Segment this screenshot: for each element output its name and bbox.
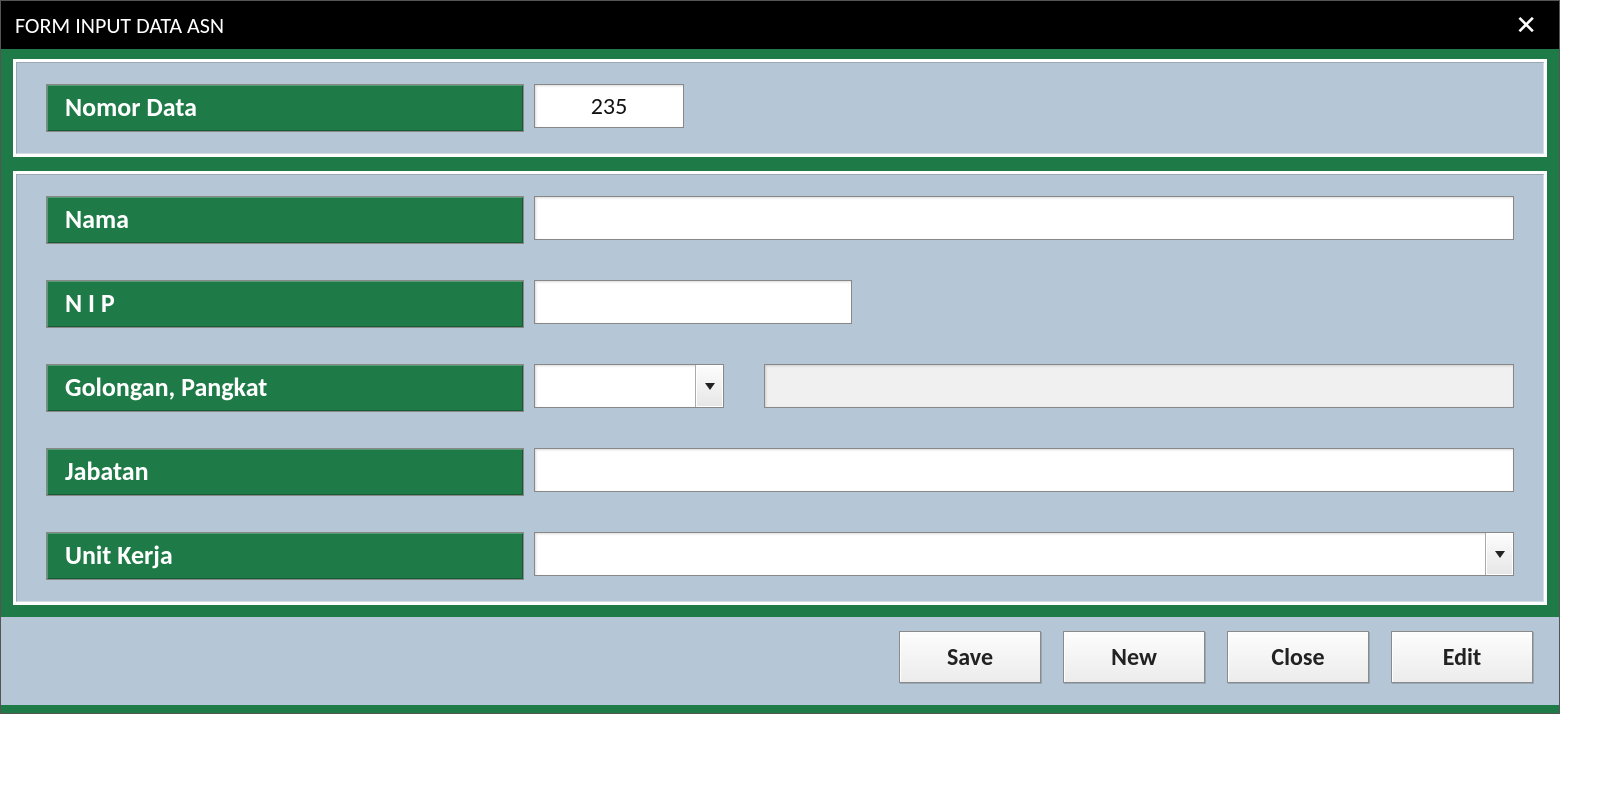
close-button[interactable]: Close <box>1227 631 1369 683</box>
golongan-output <box>764 364 1514 408</box>
nomor-data-value: 235 <box>591 92 628 121</box>
window-frame: FORM INPUT DATA ASN ✕ Nomor Data 235 Nam… <box>0 0 1560 714</box>
jabatan-input[interactable] <box>534 448 1514 492</box>
row-unit-kerja: Unit Kerja <box>46 532 1514 580</box>
panel-main-form: Nama N I P Golongan, Pangkat <box>13 171 1547 605</box>
label-unit-kerja: Unit Kerja <box>46 532 524 580</box>
chevron-down-icon[interactable] <box>695 365 723 407</box>
window-title: FORM INPUT DATA ASN <box>15 12 224 39</box>
unit-kerja-combobox[interactable] <box>534 532 1514 576</box>
nomor-data-field[interactable]: 235 <box>534 84 684 128</box>
new-button[interactable]: New <box>1063 631 1205 683</box>
panel-nomor-data: Nomor Data 235 <box>13 59 1547 157</box>
golongan-combobox[interactable] <box>534 364 724 408</box>
label-nip: N I P <box>46 280 524 328</box>
row-nama: Nama <box>46 196 1514 244</box>
bottom-green-border <box>1 705 1559 713</box>
save-button[interactable]: Save <box>899 631 1041 683</box>
edit-button[interactable]: Edit <box>1391 631 1533 683</box>
label-nama: Nama <box>46 196 524 244</box>
row-nip: N I P <box>46 280 1514 328</box>
button-bar: Save New Close Edit <box>1 615 1559 705</box>
label-golongan: Golongan, Pangkat <box>46 364 524 412</box>
label-nomor-data: Nomor Data <box>46 84 524 132</box>
nama-input[interactable] <box>534 196 1514 240</box>
row-jabatan: Jabatan <box>46 448 1514 496</box>
close-icon[interactable]: ✕ <box>1507 8 1545 42</box>
title-bar: FORM INPUT DATA ASN ✕ <box>1 1 1559 49</box>
nip-input[interactable] <box>534 280 852 324</box>
chevron-down-icon[interactable] <box>1485 533 1513 575</box>
label-jabatan: Jabatan <box>46 448 524 496</box>
outer-green-frame: Nomor Data 235 Nama N I P Gol <box>1 49 1559 615</box>
row-golongan: Golongan, Pangkat <box>46 364 1514 412</box>
